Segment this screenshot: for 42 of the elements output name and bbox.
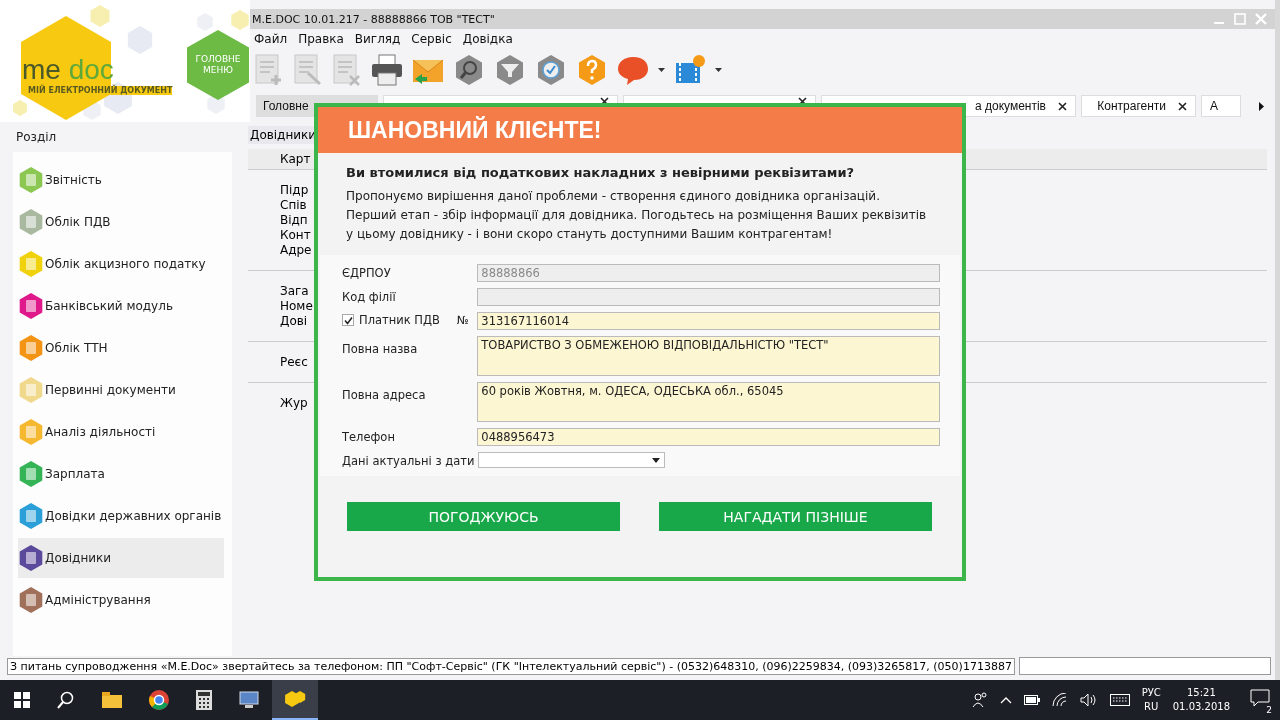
field-label: № xyxy=(456,313,469,327)
tab[interactable]: Контрагенти xyxy=(1081,95,1196,117)
tab[interactable]: А xyxy=(1201,95,1241,117)
clock-date[interactable]: 01.03.2018 xyxy=(1172,700,1230,714)
sidebar-item[interactable]: Банківський модуль xyxy=(18,286,224,326)
text-area[interactable]: 60 років Жовтня, м. ОДЕСА, ОДЕСЬКА обл., 65045 xyxy=(477,382,940,422)
menu-item[interactable]: Вигляд xyxy=(354,32,401,46)
dialog-text: Пропонуємо вирішення даної проблеми - створення єдиного довідника організацій. xyxy=(346,189,881,203)
menu-item[interactable]: Довідка xyxy=(462,32,513,46)
sidebar-item[interactable]: Облік ПДВ xyxy=(18,202,224,242)
language-indicator[interactable]: РУС xyxy=(1141,686,1161,700)
menu-item[interactable]: Правка xyxy=(298,32,344,46)
status-text: З питань супроводження «M.E.Doc» звертайтесь за телефоном: ПП "Софт-Сервіс" (ГК "Інтелектуальний сервіс") - (0532)648310, (096)2259834, (093)3265817, (050)1713887 xyxy=(7,657,1015,675)
field-label: Повна назва xyxy=(342,341,419,356)
sidebar-item[interactable]: Звітність xyxy=(18,160,224,200)
menu-item[interactable]: Сервіс xyxy=(411,32,452,46)
text-area[interactable]: ТОВАРИСТВО З ОБМЕЖЕНОЮ ВІДПОВІДАЛЬНІСТЮ "ТЕСТ" xyxy=(477,336,940,376)
layout-indicator[interactable]: RU xyxy=(1144,700,1159,714)
menu-item[interactable]: Файл xyxy=(254,32,288,46)
sidebar-item[interactable]: Первинні документи xyxy=(18,370,224,410)
sidebar-item[interactable]: Довідники xyxy=(18,538,224,578)
dialog-text: у цьому довіднику - і вони скоро стануть доступними Вашим контрагентам! xyxy=(346,227,834,241)
field-label: Повна адреса xyxy=(342,387,427,402)
section-header: Розділ xyxy=(15,129,58,146)
field-label: Платник ПДВ xyxy=(359,313,440,327)
clock-time[interactable]: 15:21 xyxy=(1186,686,1216,700)
input-field[interactable]: 0488956473 xyxy=(477,428,940,446)
sidebar-item[interactable]: Облік акцизного податку xyxy=(18,244,224,284)
dialog-title: ШАНОВНИЙ КЛІЄНТЕ! xyxy=(318,107,962,153)
input-field[interactable]: 313167116014 xyxy=(477,312,940,330)
dialog-text: Перший етап - збір інформації для довідника. Погодьтесь на розміщення Ваших реквізитів xyxy=(346,208,928,222)
sidebar-item[interactable]: Аналіз діяльності xyxy=(18,412,224,452)
notification-count: 2 xyxy=(1264,705,1274,715)
sidebar-item[interactable]: Зарплата xyxy=(18,454,224,494)
field-label: Код філії xyxy=(342,289,397,304)
sidebar-item[interactable]: Облік ТТН xyxy=(18,328,224,368)
field-label: Телефон xyxy=(342,429,396,444)
window-title: M.E.DOC 10.01.217 - 88888866 ТОВ "ТЕСТ" xyxy=(252,12,495,26)
field-label: Дані актуальні з дати xyxy=(342,453,476,468)
sidebar-item[interactable]: Адміністрування xyxy=(18,580,224,620)
sidebar-item[interactable]: Довідки державних органів xyxy=(18,496,224,536)
field-label: ЄДРПОУ xyxy=(342,265,392,280)
